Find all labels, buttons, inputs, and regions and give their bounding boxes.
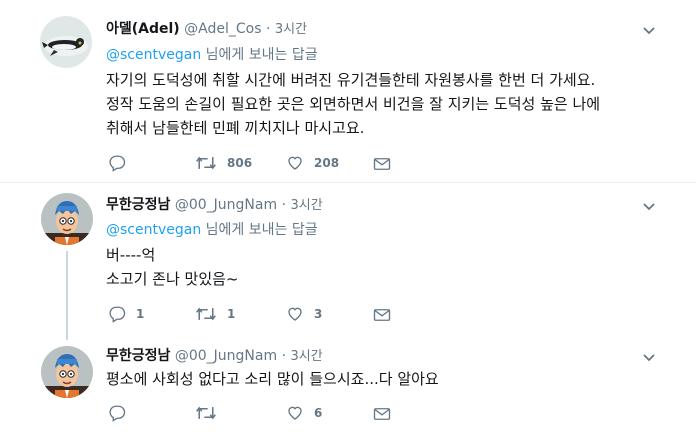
reply-context-label: 님에게 보내는 답글: [205, 222, 318, 238]
penguin-icon: [40, 16, 92, 68]
reply-button[interactable]: [108, 153, 126, 173]
like-button[interactable]: 6: [286, 403, 322, 423]
retweet-button[interactable]: [195, 403, 217, 423]
tweet-text-line: 자기의 도덕성에 취할 시간에 버려진 유기견들한테 자원봉사를 한번 더 가세…: [106, 71, 596, 89]
retweet-icon: [196, 307, 216, 321]
tweet-header: 무한긍정남 @00_JungNam · 3시간: [106, 347, 323, 366]
timestamp[interactable]: 3시간: [290, 198, 322, 213]
chevron-down-icon[interactable]: [642, 202, 656, 212]
reply-context-label: 님에게 보내는 답글: [205, 47, 318, 63]
handle[interactable]: @00_JungNam: [175, 197, 277, 213]
reply-mention-link[interactable]: @scentvegan: [106, 47, 201, 63]
tweet-header: 아델(Adel) @Adel_Cos · 3시간: [106, 20, 307, 39]
tweet-text: 버----억 소고기 존나 맛있음~: [106, 243, 239, 291]
timestamp[interactable]: 3시간: [275, 22, 307, 37]
separator-dot: ·: [281, 197, 287, 213]
chevron-down-icon[interactable]: [642, 353, 656, 363]
thread-connector-line: [66, 251, 68, 340]
retweet-count: 1: [227, 307, 236, 321]
heart-icon: [288, 406, 302, 420]
like-button[interactable]: 3: [286, 304, 322, 324]
like-count: 208: [314, 156, 340, 170]
envelope-icon: [373, 408, 391, 420]
reply-count: 1: [136, 307, 145, 321]
tweet-text-line: 평소에 사회성 없다고 소리 많이 들으시죠...다 알아요: [106, 370, 439, 388]
reply-icon: [109, 306, 126, 323]
envelope-icon: [373, 309, 391, 321]
retweet-icon: [196, 156, 216, 170]
tweet-text-line: 취해서 남들한테 민폐 끼치지나 마시고요.: [106, 119, 365, 137]
tweet-2[interactable]: 무한긍정남 @00_JungNam · 3시간 @scentvegan 님에게 …: [0, 183, 696, 340]
heart-icon: [288, 307, 302, 321]
heart-icon: [288, 156, 302, 170]
display-name[interactable]: 아델(Adel): [106, 21, 180, 37]
like-count: 6: [314, 406, 323, 420]
tweet-1[interactable]: 아델(Adel) @Adel_Cos · 3시간 @scentvegan 님에게…: [0, 0, 696, 182]
like-count: 3: [314, 307, 323, 321]
tweet-text-line: 소고기 존나 맛있음~: [106, 270, 239, 288]
display-name[interactable]: 무한긍정남: [106, 197, 170, 213]
retweet-button[interactable]: 806: [195, 153, 252, 173]
avatar[interactable]: [41, 193, 93, 245]
reply-context: @scentvegan 님에게 보내는 답글: [106, 221, 318, 239]
tweet-text-line: 버----억: [106, 246, 156, 264]
retweet-button[interactable]: 1: [195, 304, 235, 324]
cartoon-boy-icon: [41, 346, 93, 398]
dm-button[interactable]: [373, 305, 391, 325]
chevron-down-icon[interactable]: [642, 26, 656, 36]
handle[interactable]: @00_JungNam: [175, 348, 277, 364]
envelope-icon: [373, 158, 391, 170]
display-name[interactable]: 무한긍정남: [106, 348, 170, 364]
timestamp[interactable]: 3시간: [290, 349, 322, 364]
reply-icon: [109, 405, 126, 422]
avatar[interactable]: [41, 346, 93, 398]
reply-icon: [109, 155, 126, 172]
avatar[interactable]: [40, 16, 92, 68]
dm-button[interactable]: [373, 404, 391, 424]
tweet-text: 자기의 도덕성에 취할 시간에 버려진 유기견들한테 자원봉사를 한번 더 가세…: [106, 68, 600, 140]
separator-dot: ·: [265, 21, 271, 37]
reply-button[interactable]: [108, 403, 126, 423]
dm-button[interactable]: [373, 154, 391, 174]
cartoon-boy-icon: [41, 193, 93, 245]
tweet-text: 평소에 사회성 없다고 소리 많이 들으시죠...다 알아요: [106, 367, 439, 391]
tweet-header: 무한긍정남 @00_JungNam · 3시간: [106, 196, 323, 215]
separator-dot: ·: [281, 348, 287, 364]
tweet-text-line: 정작 도움의 손길이 필요한 곳은 외면하면서 비건을 잘 지키는 도덕성 높은…: [106, 95, 601, 113]
tweet-3[interactable]: 무한긍정남 @00_JungNam · 3시간 평소에 사회성 없다고 소리 많…: [0, 340, 696, 440]
handle[interactable]: @Adel_Cos: [184, 21, 261, 37]
retweet-icon: [196, 406, 216, 420]
reply-mention-link[interactable]: @scentvegan: [106, 222, 201, 238]
reply-context: @scentvegan 님에게 보내는 답글: [106, 46, 318, 64]
retweet-count: 806: [227, 156, 253, 170]
like-button[interactable]: 208: [286, 153, 339, 173]
reply-button[interactable]: 1: [108, 304, 144, 324]
